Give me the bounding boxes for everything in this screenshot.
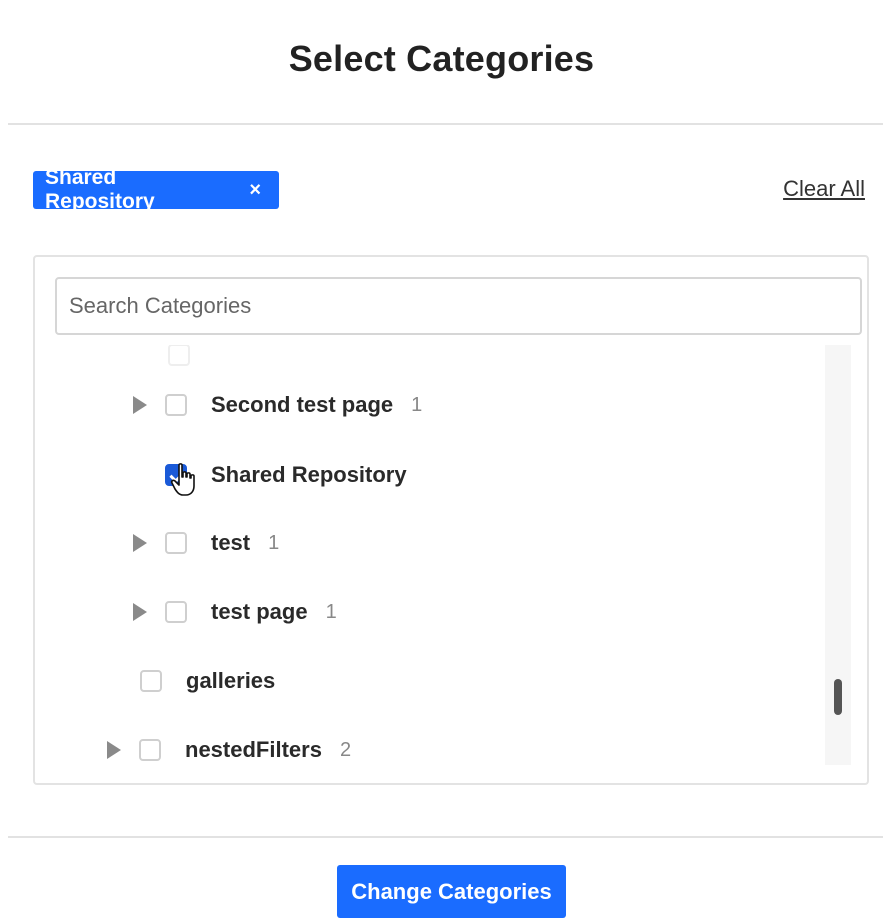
tree-item-shared-repository[interactable]: Shared Repository bbox=[165, 455, 407, 495]
search-input[interactable] bbox=[55, 277, 862, 335]
tree-item-second-test-page[interactable]: Second test page 1 bbox=[133, 385, 422, 425]
tree-item-label: test page bbox=[211, 599, 308, 624]
tree-item-count: 1 bbox=[325, 600, 337, 623]
caret-right-icon[interactable] bbox=[107, 741, 121, 759]
tree-item-nested-filters[interactable]: nestedFilters 2 bbox=[107, 730, 351, 765]
caret-right-icon[interactable] bbox=[133, 396, 147, 414]
selected-category-chip: Shared Repository × bbox=[33, 166, 279, 213]
category-panel: Second test page 1 Shared Repository tes… bbox=[33, 255, 869, 785]
tree-checkbox[interactable] bbox=[168, 345, 190, 366]
tree-item-test-page[interactable]: test page 1 bbox=[133, 592, 337, 632]
tree-checkbox-checked[interactable] bbox=[165, 464, 187, 486]
tree-checkbox[interactable] bbox=[165, 532, 187, 554]
tree-item-test[interactable]: test 1 bbox=[133, 523, 279, 563]
caret-right-icon[interactable] bbox=[133, 534, 147, 552]
tree-checkbox[interactable] bbox=[165, 394, 187, 416]
category-tree: Second test page 1 Shared Repository tes… bbox=[35, 345, 825, 765]
caret-right-icon[interactable] bbox=[133, 603, 147, 621]
tree-item-label: Shared Repository bbox=[211, 462, 407, 487]
tree-row-partial bbox=[168, 345, 214, 375]
tree-item-count: 1 bbox=[411, 393, 423, 416]
tree-item-label: galleries bbox=[186, 668, 276, 693]
scrollbar-thumb[interactable] bbox=[834, 679, 842, 715]
tree-item-count: 2 bbox=[339, 738, 352, 761]
header-divider bbox=[8, 123, 883, 125]
tree-checkbox[interactable] bbox=[165, 601, 187, 623]
chip-label: Shared Repository bbox=[45, 166, 155, 213]
tree-item-label: nestedFilters bbox=[185, 737, 322, 762]
tree-item-label: Second test page bbox=[211, 392, 394, 417]
tree-checkbox[interactable] bbox=[139, 739, 161, 761]
tree-item-label: test bbox=[211, 530, 251, 555]
dialog-title: Select Categories bbox=[288, 38, 595, 79]
clear-all-link[interactable]: Clear All bbox=[783, 176, 865, 202]
tree-item-count: 1 bbox=[268, 531, 280, 554]
close-icon[interactable]: × bbox=[249, 179, 261, 202]
change-categories-button[interactable]: Change Categories bbox=[337, 865, 566, 918]
tree-scrollbar[interactable] bbox=[825, 345, 851, 765]
tree-item-galleries[interactable]: galleries bbox=[140, 661, 275, 701]
select-categories-dialog: Select Categories Shared Repository × Cl… bbox=[0, 0, 883, 922]
footer-divider bbox=[8, 836, 883, 838]
tree-checkbox[interactable] bbox=[140, 670, 162, 692]
